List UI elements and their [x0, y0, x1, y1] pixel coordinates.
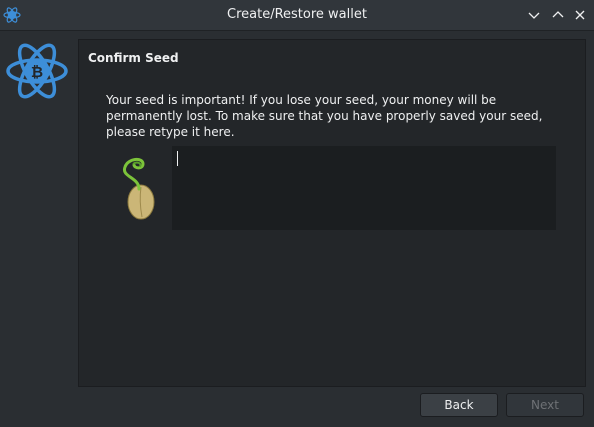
minimize-button[interactable] [525, 6, 543, 24]
close-icon [575, 10, 585, 20]
chevron-down-icon [528, 12, 540, 19]
maximize-button[interactable] [549, 6, 567, 24]
svg-text:₿: ₿ [31, 63, 43, 81]
seed-warning-message: Your seed is important! If you lose your… [106, 93, 543, 139]
content-panel: Confirm Seed Your seed is important! If … [78, 39, 586, 387]
window-title: Create/Restore wallet [227, 7, 367, 22]
electrum-logo-icon: ₿ [6, 43, 68, 99]
page-title: Confirm Seed [88, 51, 179, 65]
chevron-up-icon [552, 11, 564, 18]
next-button[interactable]: Next [506, 393, 584, 417]
seed-input[interactable] [172, 146, 556, 230]
seedling-icon [122, 158, 155, 220]
text-caret [177, 151, 178, 166]
close-button[interactable] [571, 6, 589, 24]
title-bar: Create/Restore wallet [0, 0, 594, 31]
back-button[interactable]: Back [420, 393, 498, 417]
